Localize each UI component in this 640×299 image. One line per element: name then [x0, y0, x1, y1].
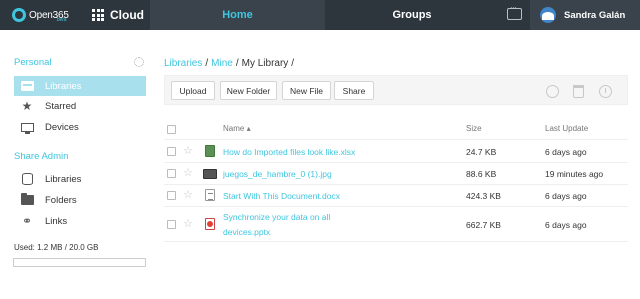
nav-home-label: Home — [222, 9, 253, 21]
breadcrumb: Libraries / Mine / My Library / — [164, 58, 297, 69]
image-file-icon — [203, 169, 217, 179]
select-all-checkbox[interactable] — [167, 125, 176, 134]
share-button[interactable]: Share — [334, 81, 374, 100]
history-icon[interactable] — [599, 85, 612, 98]
file-name-link[interactable]: How do Imported files look like.xlsx — [223, 147, 355, 157]
share-icon[interactable] — [546, 85, 559, 98]
user-name: Sandra Galán — [564, 9, 626, 21]
file-last-update: 19 minutes ago — [545, 169, 604, 179]
star-icon[interactable]: ☆ — [183, 219, 193, 230]
nav-tab-groups[interactable]: Groups — [326, 0, 498, 30]
file-name-link[interactable]: juegos_de_hambre_0 (1).jpg — [223, 169, 332, 179]
file-name-link-line2[interactable]: devices.pptx — [223, 227, 270, 237]
trash-icon[interactable] — [573, 85, 584, 98]
file-last-update: 6 days ago — [545, 147, 587, 157]
upload-button[interactable]: Upload — [171, 81, 215, 100]
presentation-file-icon — [205, 218, 215, 230]
spreadsheet-file-icon — [205, 145, 215, 157]
header-divider — [164, 139, 628, 140]
user-menu[interactable]: Sandra Galán — [530, 0, 640, 30]
row-checkbox[interactable] — [167, 169, 176, 178]
apps-grid-icon — [92, 9, 104, 21]
sidebar-item-label: Libraries — [45, 80, 82, 92]
library-icon — [20, 79, 34, 93]
file-toolbar: Upload New Folder New File Share — [164, 75, 628, 105]
folder-icon — [20, 193, 34, 207]
sidebar-item-label: Links — [45, 215, 68, 227]
sidebar-item-share-libraries[interactable]: Libraries — [14, 169, 146, 189]
star-icon[interactable]: ☆ — [183, 168, 193, 179]
star-icon: ★ — [21, 99, 33, 113]
top-navigation-bar: Open365 beta Cloud Home Groups Sandra Ga… — [0, 0, 640, 30]
column-header-last-update[interactable]: Last Update — [545, 124, 588, 133]
apps-cloud-menu[interactable]: Cloud — [92, 6, 144, 24]
breadcrumb-separator: / — [235, 58, 239, 69]
breadcrumb-libraries[interactable]: Libraries — [164, 58, 202, 69]
file-name-link[interactable]: Start With This Document.docx — [223, 191, 340, 201]
star-icon[interactable]: ☆ — [183, 146, 193, 157]
beta-badge: beta — [56, 17, 67, 23]
sidebar-item-label: Folders — [45, 194, 77, 206]
file-size: 424.3 KB — [466, 191, 501, 201]
share-admin-heading: Share Admin — [14, 151, 69, 162]
open365-logo-icon — [12, 8, 26, 22]
row-divider — [164, 162, 628, 163]
sidebar-item-folders[interactable]: Folders — [14, 190, 146, 210]
file-last-update: 6 days ago — [545, 191, 587, 201]
column-header-name[interactable]: Name ▴ — [223, 124, 251, 133]
file-size: 88.6 KB — [466, 169, 497, 179]
database-icon — [20, 172, 34, 186]
sidebar-item-links[interactable]: ⚭ Links — [14, 211, 146, 231]
gear-icon[interactable] — [134, 57, 144, 67]
cloud-label: Cloud — [110, 8, 144, 22]
storage-usage-text: Used: 1.2 MB / 20.0 GB — [14, 243, 99, 252]
document-file-icon — [205, 189, 215, 201]
row-checkbox[interactable] — [167, 147, 176, 156]
avatar — [540, 7, 556, 23]
new-file-button[interactable]: New File — [282, 81, 331, 100]
row-divider — [164, 241, 628, 242]
sidebar-item-devices[interactable]: Devices — [14, 117, 146, 137]
nav-tab-home[interactable]: Home — [150, 0, 325, 30]
sidebar-item-libraries[interactable]: Libraries — [14, 76, 146, 96]
sidebar-item-label: Devices — [45, 121, 79, 133]
breadcrumb-separator: / — [205, 58, 209, 69]
breadcrumb-current: My Library — [241, 58, 289, 69]
nav-groups-label: Groups — [392, 9, 432, 21]
row-divider — [164, 184, 628, 185]
column-header-size[interactable]: Size — [466, 124, 482, 133]
breadcrumb-mine[interactable]: Mine — [211, 58, 233, 69]
storage-usage-bar — [13, 258, 146, 267]
row-checkbox[interactable] — [167, 220, 176, 229]
new-folder-button[interactable]: New Folder — [220, 81, 277, 100]
file-size: 24.7 KB — [466, 147, 497, 157]
sidebar-item-starred[interactable]: ★ Starred — [14, 96, 146, 116]
file-size: 662.7 KB — [466, 220, 501, 230]
chat-icon[interactable] — [507, 3, 522, 20]
star-icon[interactable]: ☆ — [183, 190, 193, 201]
sidebar-item-label: Starred — [45, 100, 77, 112]
file-name-link-line1[interactable]: Synchronize your data on all — [223, 212, 330, 222]
open365-logo[interactable]: Open365 beta — [12, 6, 69, 24]
monitor-icon — [20, 120, 34, 134]
row-checkbox[interactable] — [167, 191, 176, 200]
sidebar-item-label: Libraries — [45, 173, 82, 185]
row-divider — [164, 206, 628, 207]
breadcrumb-separator: / — [291, 58, 295, 69]
link-icon: ⚭ — [21, 214, 33, 228]
file-last-update: 6 days ago — [545, 220, 587, 230]
personal-heading: Personal — [14, 57, 52, 68]
